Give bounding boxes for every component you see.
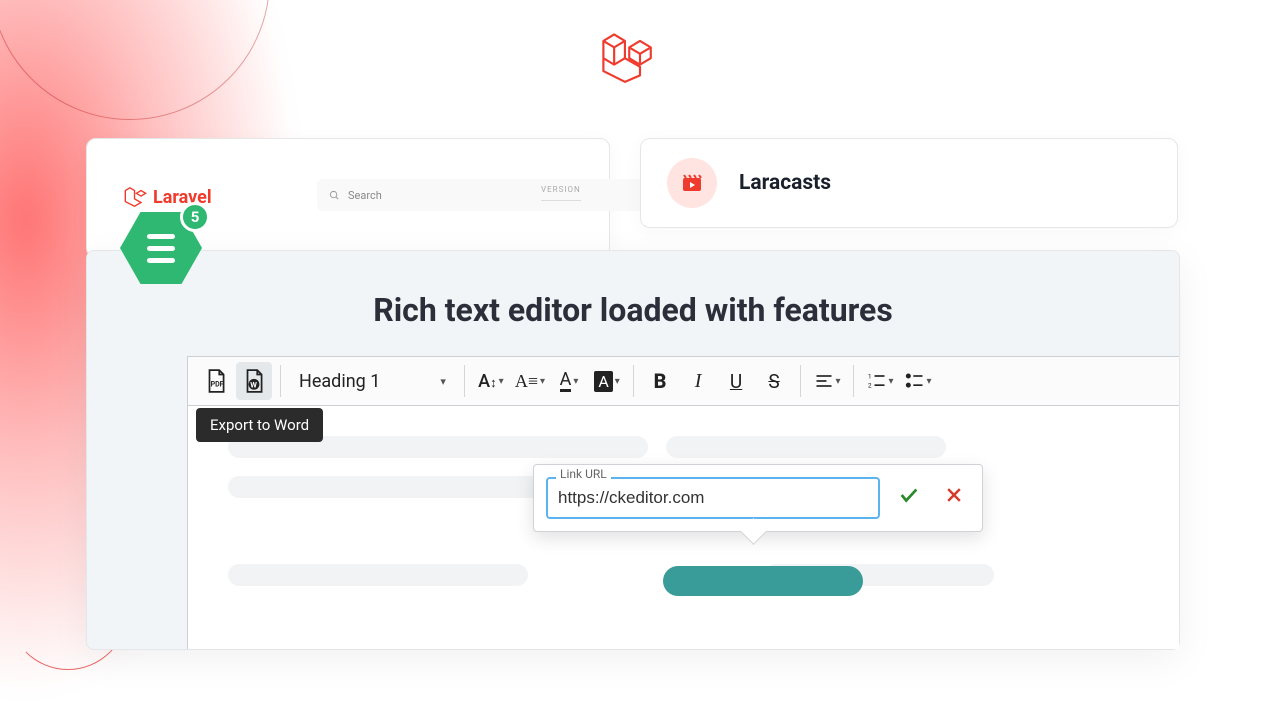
toolbar-separator: [853, 365, 854, 397]
link-popup: Link URL: [533, 464, 983, 532]
pdf-icon: PDF: [203, 368, 229, 394]
bold-icon: B: [654, 369, 667, 393]
ckeditor-badge: 5: [120, 212, 202, 284]
badge-number: 5: [180, 202, 210, 232]
alignment-button[interactable]: ▾: [809, 362, 845, 400]
bullet-list-icon: [905, 371, 925, 391]
underline-button[interactable]: U: [718, 362, 754, 400]
font-color-button[interactable]: A ▾: [551, 362, 587, 400]
chevron-down-icon: ▾: [573, 376, 578, 387]
placeholder-line: [666, 436, 946, 458]
cancel-link-button[interactable]: [938, 485, 970, 511]
editor-content-area[interactable]: Link URL: [187, 406, 1179, 649]
laracasts-title: Laracasts: [739, 171, 831, 195]
bullet-list-button[interactable]: ▾: [900, 362, 936, 400]
bold-button[interactable]: B: [642, 362, 678, 400]
strike-icon: S: [768, 370, 779, 393]
svg-text:W: W: [250, 381, 257, 390]
chevron-down-icon: ▾: [540, 376, 545, 387]
fontfamily-icon: A≡: [515, 371, 538, 392]
toolbar-separator: [800, 365, 801, 397]
chevron-down-icon: ▾: [927, 376, 932, 387]
numbered-list-icon: 12: [867, 371, 887, 391]
chevron-down-icon: ▾: [889, 376, 894, 387]
search-icon: [329, 190, 340, 201]
panel-title: Rich text editor loaded with features: [87, 251, 1179, 329]
svg-text:2: 2: [867, 382, 871, 390]
editor-toolbar: PDF W Heading 1 ▾ A↕ ▾ A≡ ▾ A ▾ A ▾ B I …: [187, 356, 1179, 406]
highlight-button[interactable]: A ▾: [589, 362, 625, 400]
strikethrough-button[interactable]: S: [756, 362, 792, 400]
laravel-logo-icon: [598, 28, 654, 88]
toolbar-separator: [464, 365, 465, 397]
numbered-list-button[interactable]: 12 ▾: [862, 362, 898, 400]
link-url-label: Link URL: [556, 467, 611, 481]
chevron-down-icon: ▾: [836, 376, 841, 387]
toolbar-separator: [280, 365, 281, 397]
toolbar-separator: [633, 365, 634, 397]
laracasts-card[interactable]: Laracasts: [640, 138, 1178, 228]
confirm-link-button[interactable]: [892, 484, 926, 512]
editor-panel: Rich text editor loaded with features PD…: [86, 250, 1180, 650]
align-icon: [814, 371, 834, 391]
fontsize-icon: A↕: [478, 371, 496, 392]
link-url-input[interactable]: [546, 477, 880, 519]
version-label: VERSION: [541, 185, 581, 201]
chevron-down-icon: ▾: [615, 376, 620, 387]
laracasts-icon-badge: [667, 158, 717, 208]
fontcolor-icon: A: [560, 371, 572, 392]
laravel-icon: [123, 185, 147, 209]
selected-link-text[interactable]: [663, 566, 863, 596]
chevron-down-icon: ▾: [499, 376, 504, 387]
heading-label: Heading 1: [299, 371, 380, 392]
tooltip-export-word: Export to Word: [196, 408, 323, 442]
placeholder-line: [228, 564, 528, 586]
svg-text:PDF: PDF: [211, 379, 224, 388]
export-word-button[interactable]: W: [236, 362, 272, 400]
italic-button[interactable]: I: [680, 362, 716, 400]
font-size-button[interactable]: A↕ ▾: [473, 362, 509, 400]
check-icon: [898, 484, 920, 506]
highlight-icon: A: [594, 371, 612, 392]
export-pdf-button[interactable]: PDF: [198, 362, 234, 400]
close-icon: [944, 485, 964, 505]
word-icon: W: [241, 368, 267, 394]
font-family-button[interactable]: A≡ ▾: [511, 362, 549, 400]
chevron-down-icon: ▾: [440, 375, 446, 388]
italic-icon: I: [695, 370, 702, 393]
svg-text:1: 1: [867, 373, 871, 381]
video-icon: [680, 171, 704, 195]
search-input[interactable]: Search: [317, 179, 647, 211]
heading-dropdown[interactable]: Heading 1 ▾: [289, 362, 456, 400]
underline-icon: U: [730, 370, 742, 393]
search-placeholder: Search: [348, 189, 382, 202]
